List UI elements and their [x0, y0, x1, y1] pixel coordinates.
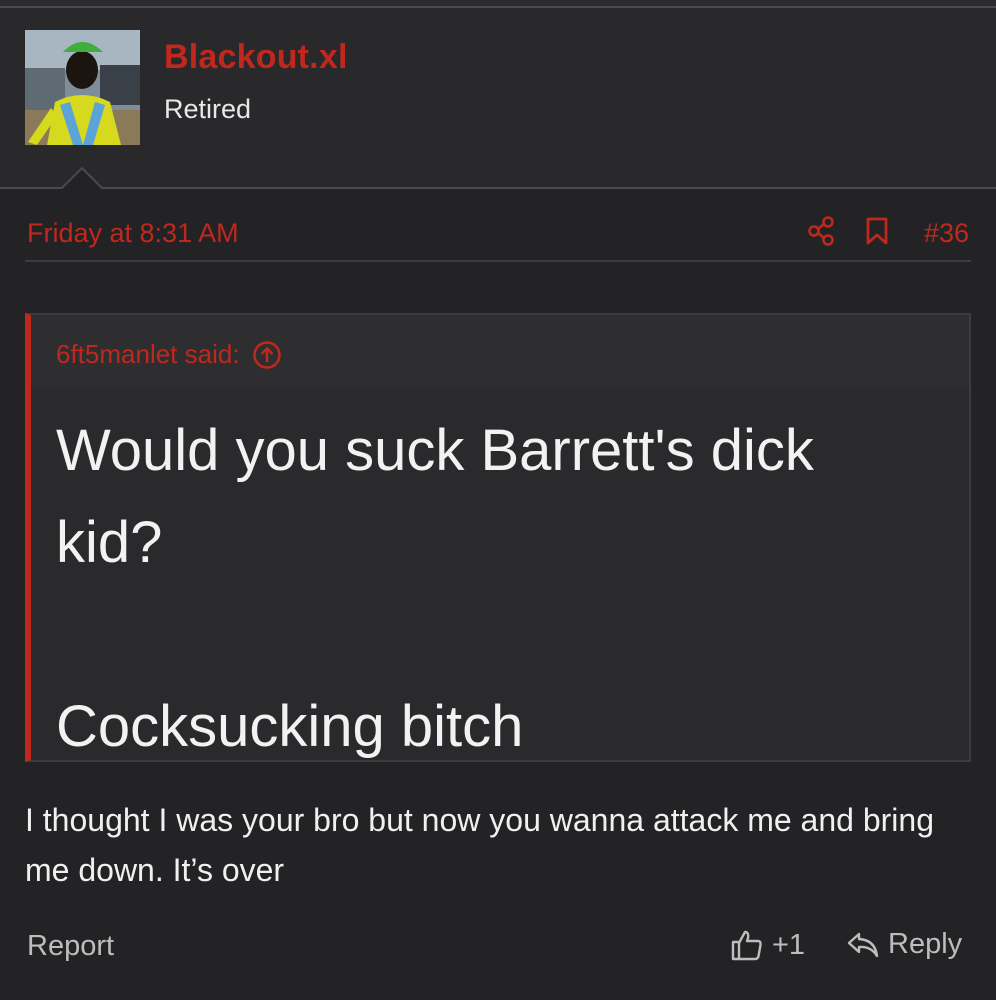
reply-label: Reply — [888, 928, 963, 960]
jump-to-quote-icon[interactable] — [252, 340, 282, 370]
bookmark-icon[interactable] — [865, 217, 889, 245]
quote-blank-line — [56, 589, 936, 681]
report-link[interactable]: Report — [27, 930, 114, 963]
username[interactable]: Blackout.xl — [164, 38, 348, 77]
quote-line: Cocksucking bitch — [56, 694, 524, 759]
like-count: +1 — [772, 928, 806, 961]
reply-button[interactable]: Reply — [846, 928, 962, 961]
top-rule — [0, 0, 996, 8]
user-block: Blackout.xl Retired — [0, 8, 996, 188]
thumbs-up-icon — [731, 930, 762, 961]
like-button[interactable]: +1 — [730, 928, 805, 962]
quote-line: Would you suck Barrett's dick — [56, 418, 814, 483]
quote-header: 6ft5manlet said: — [31, 315, 969, 387]
post-number[interactable]: #36 — [924, 218, 969, 249]
quote-block: 6ft5manlet said: Would you suck Barrett'… — [25, 313, 971, 762]
post-meta-row: Friday at 8:31 AM #36 — [25, 212, 971, 262]
quote-line: kid? — [56, 510, 163, 575]
post-divider — [0, 166, 996, 190]
post-body: I thought I was your bro but now you wan… — [25, 802, 934, 888]
post-date[interactable]: Friday at 8:31 AM — [27, 218, 239, 249]
share-icon[interactable] — [807, 216, 835, 246]
reply-icon — [847, 932, 879, 957]
quote-attribution-link[interactable]: 6ft5manlet said: — [56, 339, 282, 370]
quote-body: Would you suck Barrett's dick kid? Cocks… — [56, 405, 936, 773]
user-avatar[interactable] — [25, 30, 140, 145]
quote-attribution: 6ft5manlet said: — [56, 339, 240, 369]
user-title: Retired — [164, 94, 252, 124]
avatar-photo-icon — [25, 30, 140, 145]
